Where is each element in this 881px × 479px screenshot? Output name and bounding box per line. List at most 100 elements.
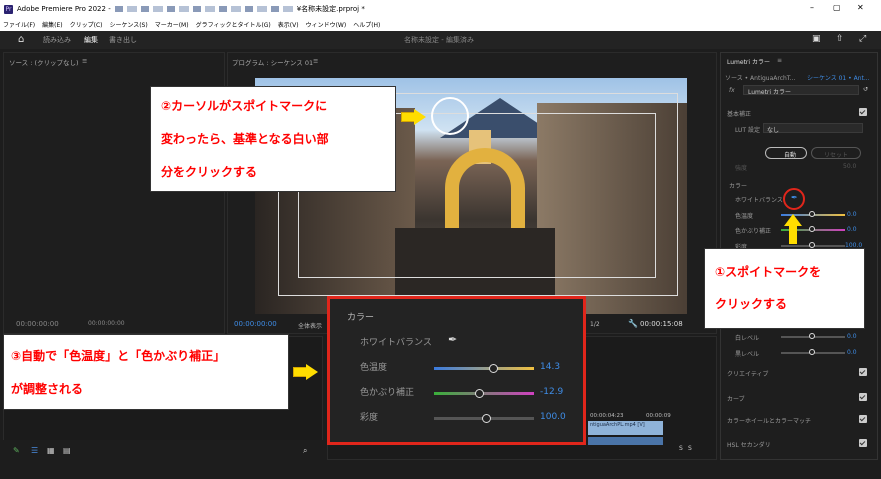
whites-knob[interactable] [809, 333, 815, 339]
resolution-select[interactable]: 1/2 [590, 321, 600, 328]
menu-edit[interactable]: 編集(E) [42, 20, 62, 29]
auto-label: 自動 [784, 152, 797, 159]
basic-correction-checkbox[interactable] [859, 108, 867, 116]
white-balance-label: ホワイトバランス [735, 197, 783, 204]
intensity-value: 50.0 [843, 163, 857, 170]
share-icon[interactable]: ⇧ [836, 34, 844, 44]
effect-select[interactable]: Lumetri カラー [743, 85, 859, 96]
program-title: プログラム : シーケンス 01 [232, 59, 314, 67]
right-arrow-tail-3 [293, 367, 307, 377]
wrench-icon[interactable]: 🔧 [628, 320, 638, 328]
source-clip-tab[interactable]: ソース • AntiguaArchT... [725, 73, 795, 82]
program-panel-menu[interactable]: ≡ [313, 57, 318, 65]
up-arrow-annotation [784, 214, 802, 226]
popup-tint-knob [475, 389, 484, 398]
program-timecode: 00:00:00:00 [234, 320, 277, 328]
callout-step-2: ②カーソルがスポイトマークに 変わったら、基準となる白い部 分をクリックする [150, 86, 396, 192]
color-section-label[interactable]: カラー [729, 181, 747, 190]
curves-checkbox[interactable] [859, 393, 867, 401]
menu-graphics[interactable]: グラフィックとタイトル(G) [196, 20, 271, 29]
minimize-button[interactable]: – [810, 3, 814, 12]
eyedropper-highlight [783, 188, 805, 210]
menu-clip[interactable]: クリップ(C) [70, 20, 103, 29]
clip-name: ntiguaArchPL.mp4 [V] [590, 422, 645, 428]
white-point-target [431, 97, 469, 135]
temperature-value[interactable]: 0.0 [847, 211, 857, 218]
menu-view[interactable]: 表示(V) [278, 20, 299, 29]
sequence-clip-tab[interactable]: シーケンス 01 • Ant... [807, 73, 870, 82]
effect-name: Lumetri カラー [748, 89, 791, 96]
menu-file[interactable]: ファイル(F) [3, 20, 35, 29]
callout-3-line-2: が調整される [11, 382, 84, 396]
workspace-edit[interactable]: 編集 [84, 35, 98, 45]
popup-eyedropper-icon: ✒ [448, 333, 458, 346]
close-button[interactable]: ✕ [857, 3, 864, 12]
color-wheels-label[interactable]: カラーホイールとカラーマッチ [727, 416, 811, 425]
lut-label: LUT 設定 [735, 127, 761, 134]
restore-button[interactable]: ▢ [833, 3, 841, 12]
source-timecode: 00:00:00:00 [16, 320, 59, 328]
pen-tool-icon[interactable]: ✎ [13, 447, 20, 455]
hsl-secondary-label[interactable]: HSL セカンダリ [727, 440, 771, 449]
fullscreen-icon[interactable]: ⤢ [859, 34, 866, 44]
popup-saturation-knob [482, 414, 491, 423]
audio-clip[interactable] [588, 437, 663, 445]
reset-button[interactable]: リセット [811, 147, 861, 159]
workspace-export[interactable]: 書き出し [109, 35, 137, 45]
blacks-value[interactable]: 0.0 [847, 349, 857, 356]
callout-1-line-2: クリックする [715, 297, 788, 311]
right-arrow-annotation-2 [414, 109, 426, 125]
popup-white-balance-label: ホワイトバランス [360, 338, 432, 348]
basic-correction-label[interactable]: 基本補正 [727, 109, 751, 118]
list-view-icon[interactable]: ☰ [31, 447, 38, 455]
source-panel-menu[interactable]: ≡ [82, 57, 87, 65]
icon-view-icon[interactable]: ▦ [47, 447, 55, 455]
blacks-knob[interactable] [809, 349, 815, 355]
lumetri-menu[interactable]: ≡ [777, 57, 782, 64]
tint-value[interactable]: 0.0 [847, 226, 857, 233]
right-arrow-tail-2 [401, 112, 415, 122]
lut-value: なし [767, 127, 780, 134]
temperature-knob[interactable] [809, 211, 815, 217]
search-icon[interactable]: ⌕ [303, 447, 307, 455]
home-icon[interactable]: ⌂ [18, 34, 24, 45]
curves-label[interactable]: カーブ [727, 394, 745, 403]
whites-value[interactable]: 0.0 [847, 333, 857, 340]
lut-select[interactable]: なし [763, 123, 863, 134]
workspace-import[interactable]: 読み込み [43, 35, 71, 45]
quick-export-icon[interactable]: ▣ [812, 34, 821, 44]
creative-label[interactable]: クリエイティブ [727, 369, 769, 378]
reset-effect-icon[interactable]: ↺ [863, 86, 868, 93]
tint-label: 色かぶり補正 [735, 228, 772, 235]
premiere-app-icon: Pr [4, 4, 13, 14]
color-wheels-checkbox[interactable] [859, 415, 867, 423]
source-timecode-out: 00:00:00:00 [88, 320, 125, 327]
lumetri-title: Lumetri カラー [727, 59, 770, 66]
auto-button[interactable]: 自動 [765, 147, 807, 159]
window-title: Adobe Premiere Pro 2022 - [17, 5, 111, 13]
callout-2-line-1: ②カーソルがスポイトマークに [161, 99, 328, 113]
temperature-label: 色温度 [735, 213, 754, 220]
freeform-view-icon[interactable]: ▤ [63, 447, 71, 455]
callout-step-3: ③自動で「色温度」と「色かぶり補正」 が調整される [3, 334, 289, 410]
callout-2-line-2: 変わったら、基準となる白い部 [161, 132, 329, 146]
creative-checkbox[interactable] [859, 368, 867, 376]
meter-solo-right[interactable]: S [688, 445, 692, 452]
video-clip[interactable]: ntiguaArchPL.mp4 [V] [588, 421, 663, 435]
tint-knob[interactable] [809, 226, 815, 232]
popup-section-label: カラー [347, 313, 375, 323]
menu-window[interactable]: ウィンドウ(W) [306, 20, 347, 29]
hsl-secondary-checkbox[interactable] [859, 439, 867, 447]
callout-step-1: ①スポイトマークを クリックする [704, 248, 865, 329]
timeline-time-1: 00:00:04:23 [590, 413, 624, 419]
tools-bar: ✎ ☰ ▦ ▤ ⌕ [3, 440, 323, 462]
popup-temperature-label: 色温度 [360, 363, 388, 373]
popup-tint-label: 色かぶり補正 [360, 388, 415, 398]
title-bar: Pr Adobe Premiere Pro 2022 - ¥名称未設定.prpr… [0, 0, 881, 18]
meter-solo-left[interactable]: S [679, 445, 683, 452]
menu-help[interactable]: ヘルプ(H) [353, 20, 380, 29]
menu-sequence[interactable]: シーケンス(S) [110, 20, 148, 29]
popup-saturation-value: 100.0 [540, 412, 566, 422]
zoom-level[interactable]: 全体表示 [298, 321, 322, 330]
menu-marker[interactable]: マーカー(M) [155, 20, 189, 29]
